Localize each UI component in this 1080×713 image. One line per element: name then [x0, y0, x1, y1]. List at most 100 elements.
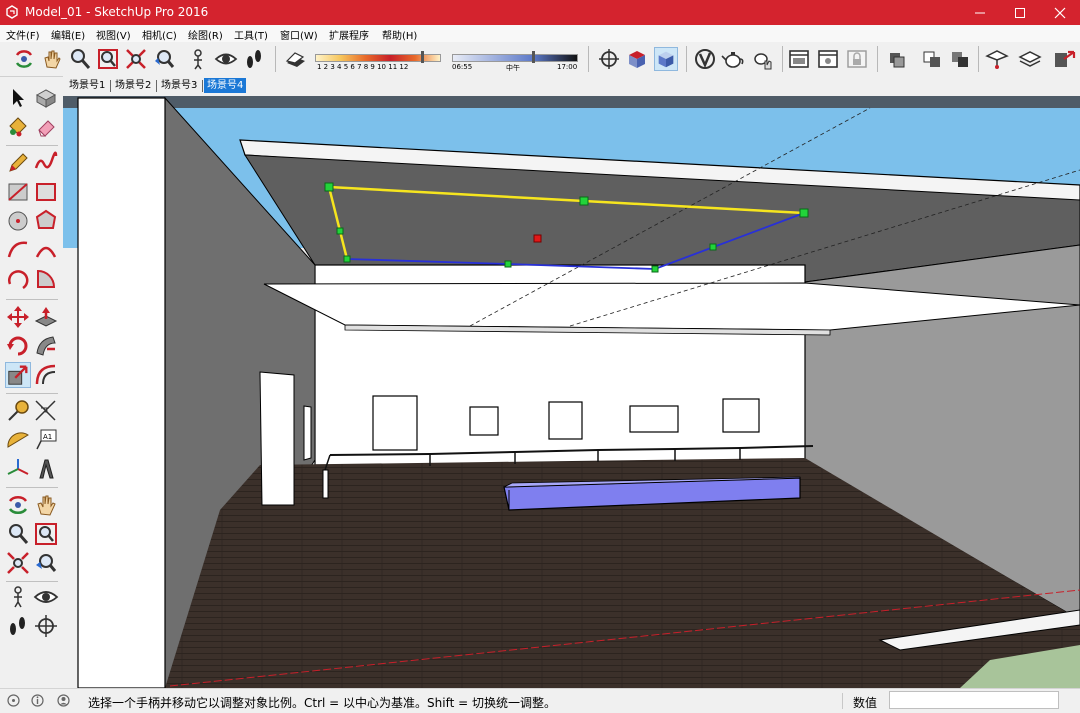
window-2-icon[interactable]: [816, 47, 840, 71]
make-component-icon[interactable]: [33, 85, 59, 111]
rectangle-icon[interactable]: [5, 179, 31, 205]
menu-camera[interactable]: 相机(C): [142, 27, 177, 42]
column: [77, 97, 166, 688]
scale-handle[interactable]: [651, 265, 659, 273]
offset-icon[interactable]: [33, 362, 59, 388]
model-viewport[interactable]: [63, 96, 1080, 688]
scale-handle[interactable]: [504, 260, 512, 268]
shadow-time-thumb[interactable]: [532, 51, 535, 63]
eraser-icon[interactable]: [33, 114, 59, 140]
zoom-icon[interactable]: [68, 47, 92, 71]
scale-handle[interactable]: [336, 227, 344, 235]
toolbar-divider: [782, 46, 783, 72]
iso-view-icon[interactable]: [654, 47, 678, 71]
measurements-input[interactable]: [889, 691, 1059, 709]
pan-icon[interactable]: [40, 47, 64, 71]
component-2-icon[interactable]: [920, 47, 944, 71]
zoom-extents-icon[interactable]: [124, 47, 148, 71]
shadow-month-thumb[interactable]: [421, 51, 424, 63]
two-point-arc-icon[interactable]: [33, 237, 59, 263]
three-point-arc-icon[interactable]: [5, 266, 31, 292]
scale-handle[interactable]: [579, 196, 589, 206]
previous-view-icon[interactable]: [152, 47, 176, 71]
layers-icon[interactable]: [1018, 47, 1042, 71]
pie-icon[interactable]: [33, 266, 59, 292]
component-1-icon[interactable]: [885, 47, 909, 71]
window-1-icon[interactable]: [787, 47, 811, 71]
scale-handle[interactable]: [343, 255, 351, 263]
pan-icon[interactable]: [33, 492, 59, 518]
menu-view[interactable]: 视图(V): [96, 27, 131, 42]
maximize-button[interactable]: [1000, 0, 1040, 25]
menu-edit[interactable]: 编辑(E): [51, 27, 85, 42]
top-view-icon[interactable]: [625, 47, 649, 71]
3d-text-icon[interactable]: [33, 456, 59, 482]
tab-scene-4[interactable]: 场景号4: [204, 78, 247, 93]
dimension-icon[interactable]: [33, 398, 59, 424]
credits-icon[interactable]: [31, 694, 44, 707]
scale-handle[interactable]: [799, 208, 809, 218]
position-camera-icon[interactable]: [186, 47, 210, 71]
circle-icon[interactable]: [5, 208, 31, 234]
walk-icon[interactable]: [242, 47, 266, 71]
orbit-icon[interactable]: [5, 492, 31, 518]
menu-file[interactable]: 文件(F): [6, 27, 40, 42]
select-icon[interactable]: [5, 85, 31, 111]
center-scale-handle[interactable]: [533, 234, 542, 243]
freehand-icon[interactable]: [33, 150, 59, 176]
minimize-button[interactable]: [960, 0, 1000, 25]
scene-drawing[interactable]: [63, 96, 1080, 688]
warehouse-icon[interactable]: [985, 47, 1009, 71]
zoom-window-icon[interactable]: [96, 47, 120, 71]
rotate-icon[interactable]: [5, 333, 31, 359]
export-icon[interactable]: [1052, 47, 1076, 71]
follow-me-icon[interactable]: [33, 333, 59, 359]
tape-measure-icon[interactable]: [5, 398, 31, 424]
walk-icon[interactable]: [5, 613, 31, 639]
zoom-window-icon[interactable]: [33, 521, 59, 547]
extension-v-icon[interactable]: [693, 47, 717, 71]
tab-scene-3[interactable]: 场景号3: [158, 78, 200, 93]
scale-icon[interactable]: [5, 362, 31, 388]
menu-tools[interactable]: 工具(T): [234, 27, 268, 42]
section-icon[interactable]: [33, 613, 59, 639]
scale-handle[interactable]: [324, 182, 334, 192]
push-pull-icon[interactable]: [33, 304, 59, 330]
menu-help[interactable]: 帮助(H): [382, 27, 417, 42]
account-icon[interactable]: [57, 694, 70, 707]
move-icon[interactable]: [5, 304, 31, 330]
door: [259, 371, 295, 506]
shadows-icon[interactable]: [283, 47, 307, 71]
teapot-hand-icon[interactable]: [751, 47, 775, 71]
menu-draw[interactable]: 绘图(R): [188, 27, 223, 42]
look-around-icon[interactable]: [33, 584, 59, 610]
orbit-icon[interactable]: [12, 47, 36, 71]
tab-scene-1[interactable]: 场景号1: [66, 78, 108, 93]
axes-icon[interactable]: [5, 456, 31, 482]
tab-scene-2[interactable]: 场景号2: [112, 78, 154, 93]
shadow-time-slider[interactable]: [452, 54, 578, 62]
text-icon[interactable]: A1: [33, 427, 59, 453]
component-3-icon[interactable]: [948, 47, 972, 71]
zoom-icon[interactable]: [5, 521, 31, 547]
menu-extensions[interactable]: 扩展程序: [329, 27, 369, 42]
viewport-top-band: [63, 96, 1080, 108]
teapot-icon[interactable]: [721, 47, 745, 71]
zoom-extents-icon[interactable]: [5, 550, 31, 576]
close-button[interactable]: [1040, 0, 1080, 25]
menu-window[interactable]: 窗口(W): [280, 27, 318, 42]
section-plane-icon[interactable]: [597, 47, 621, 71]
protractor-icon[interactable]: [5, 427, 31, 453]
rotated-rectangle-icon[interactable]: [33, 179, 59, 205]
scale-handle[interactable]: [709, 243, 717, 251]
lock-icon[interactable]: [845, 47, 869, 71]
arc-icon[interactable]: [5, 237, 31, 263]
paint-bucket-icon[interactable]: [5, 114, 31, 140]
previous-icon[interactable]: [33, 550, 59, 576]
position-camera-icon[interactable]: [5, 584, 31, 610]
polygon-icon[interactable]: [33, 208, 59, 234]
status-bar: 选择一个手柄并移动它以调整对象比例。Ctrl = 以中心为基准。Shift = …: [0, 688, 1080, 713]
look-around-icon[interactable]: [214, 47, 238, 71]
pencil-icon[interactable]: [5, 150, 31, 176]
geo-location-icon[interactable]: [7, 694, 20, 707]
